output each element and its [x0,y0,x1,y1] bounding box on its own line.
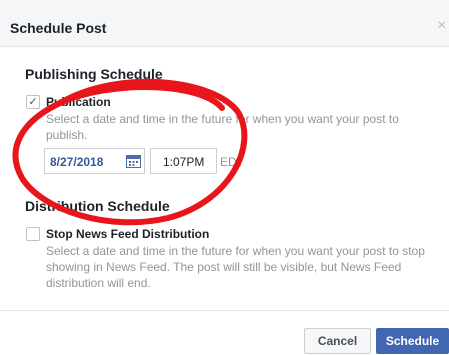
timezone-label: EDT [220,155,244,169]
publish-date-input[interactable]: 8/27/2018 [44,148,145,174]
stop-distribution-description: Select a date and time in the future for… [46,244,425,290]
schedule-post-dialog: Schedule Post × Publishing Schedule ✓ Pu… [0,0,449,355]
close-icon[interactable]: × [437,18,446,34]
cancel-button[interactable]: Cancel [304,328,371,354]
distribution-schedule-title: Distribution Schedule [25,198,170,214]
publication-description: Select a date and time in the future for… [46,112,399,142]
publish-time-input[interactable]: 1:07PM [150,148,217,174]
calendar-icon[interactable] [126,154,141,168]
publishing-schedule-title: Publishing Schedule [25,66,163,82]
checkmark-icon: ✓ [28,96,38,108]
stop-distribution-label: Stop News Feed Distribution [46,227,210,241]
publication-checkbox[interactable]: ✓ [26,95,40,109]
publish-time-value: 1:07PM [163,155,205,169]
dialog-header: Schedule Post × [0,0,449,47]
red-circle-annotation [12,78,248,226]
stop-distribution-checkbox[interactable] [26,227,40,241]
publication-label: Publication [46,95,111,109]
dialog-title: Schedule Post [10,20,107,36]
schedule-button[interactable]: Schedule [376,328,449,354]
publish-date-value: 8/27/2018 [50,155,104,169]
